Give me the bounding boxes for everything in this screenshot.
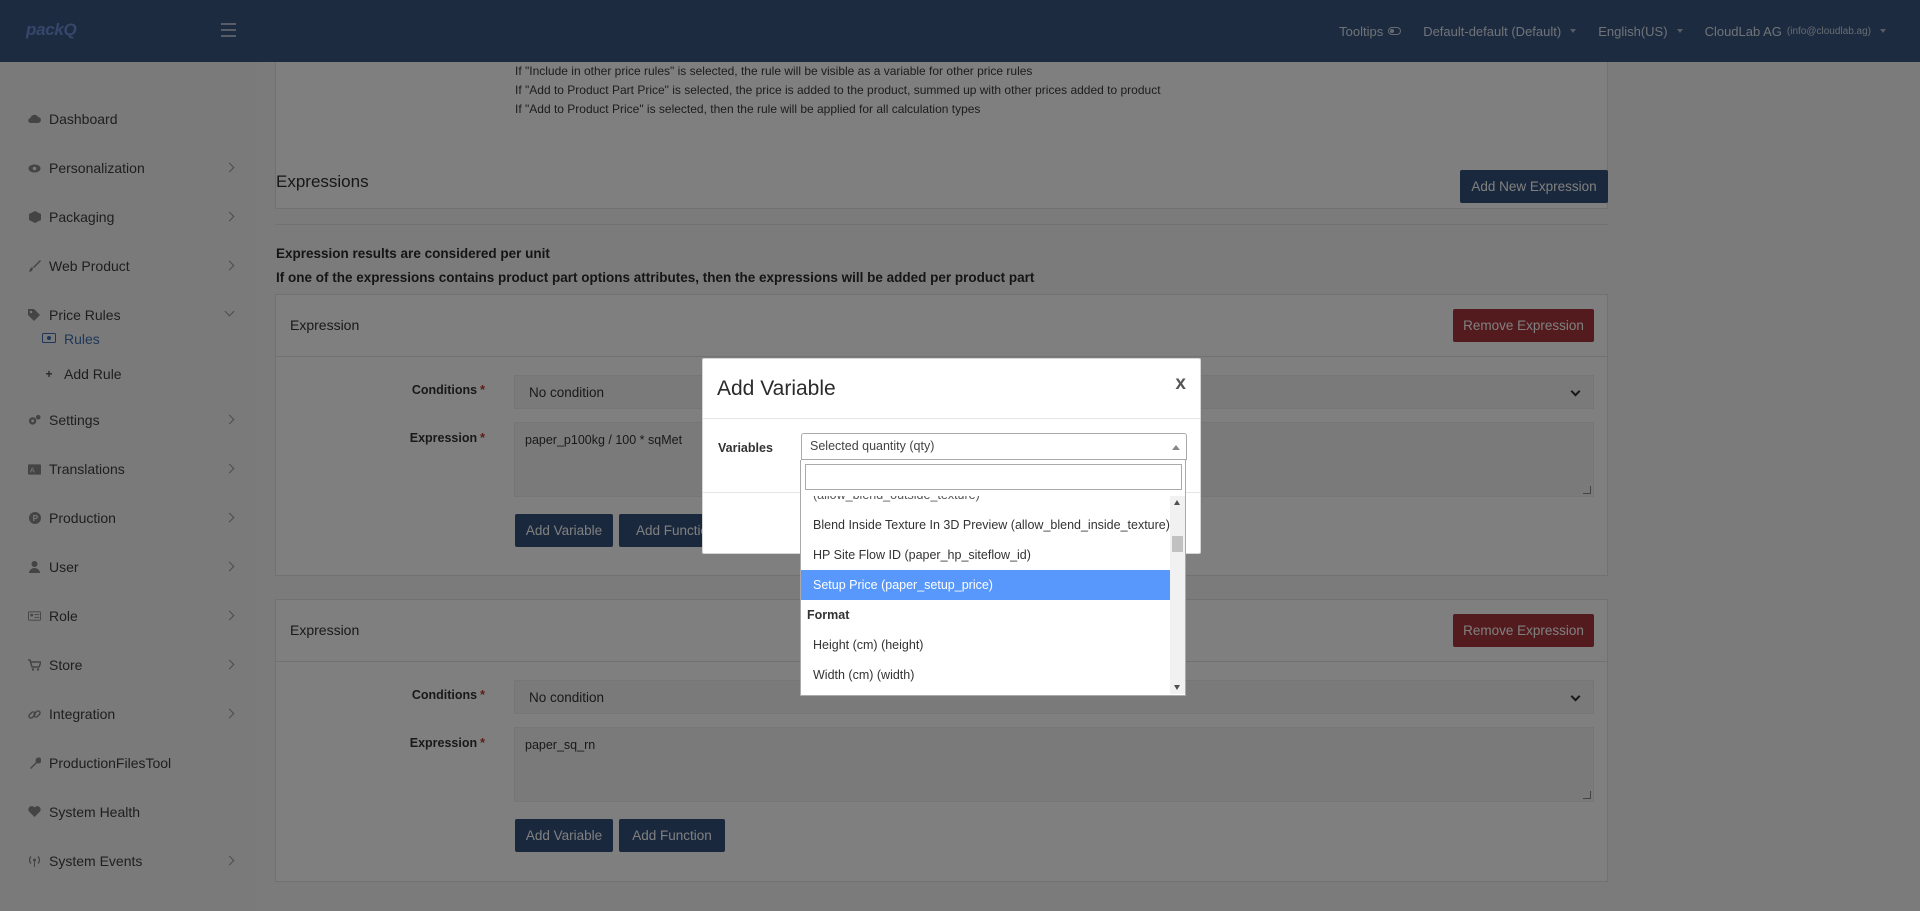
modal-title: Add Variable	[717, 377, 836, 400]
variable-option[interactable]: HP Site Flow ID (paper_hp_siteflow_id)	[801, 540, 1170, 570]
variables-options-list: (allow_blend_outside_texture) Blend Insi…	[801, 496, 1170, 694]
variable-option[interactable]: Height (cm) (height)	[801, 630, 1170, 660]
caret-up-icon	[1172, 445, 1180, 450]
scroll-down-icon[interactable]	[1174, 685, 1180, 690]
variable-option[interactable]: Blend Inside Texture In 3D Preview (allo…	[801, 510, 1170, 540]
scroll-up-icon[interactable]	[1174, 500, 1180, 505]
variable-option-highlighted[interactable]: Setup Price (paper_setup_price)	[801, 570, 1170, 600]
variables-search-input[interactable]	[805, 464, 1182, 490]
variable-option[interactable]: Width (cm) (width)	[801, 660, 1170, 690]
scrollbar-thumb[interactable]	[1172, 536, 1183, 552]
variables-selected-value: Selected quantity (qty)	[810, 439, 935, 453]
variables-label: Variables	[718, 441, 773, 455]
variable-group-header: Format	[807, 608, 850, 622]
divider	[703, 418, 1200, 419]
variables-dropdown: (allow_blend_outside_texture) Blend Insi…	[800, 460, 1186, 696]
variables-select[interactable]: Selected quantity (qty)	[801, 433, 1187, 460]
close-icon[interactable]: x	[1175, 373, 1186, 395]
dropdown-scrollbar[interactable]	[1170, 496, 1185, 694]
variable-option[interactable]: (allow_blend_outside_texture)	[801, 496, 1170, 510]
